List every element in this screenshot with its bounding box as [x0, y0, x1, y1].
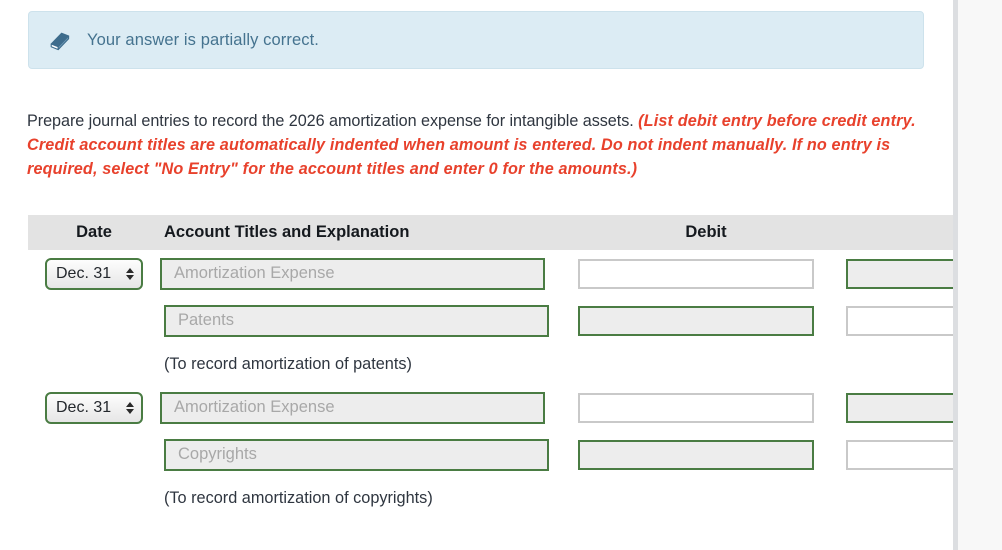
credit-input-g2-r1[interactable] — [846, 392, 953, 423]
account-input-g2-r1[interactable]: Amortization Expense — [160, 391, 545, 424]
instruction-paragraph: Prepare journal entries to record the 20… — [27, 109, 919, 181]
date-select-value: Dec. 31 — [56, 398, 112, 416]
credit-cell — [846, 258, 953, 289]
account-input-g2-r2[interactable]: Copyrights — [164, 438, 549, 471]
chevron-updown-icon[interactable] — [126, 267, 134, 280]
credit-input-g1-r1[interactable] — [846, 258, 953, 289]
credit-input-g1-r2[interactable] — [846, 305, 953, 336]
explanation-row: (To record amortization of copyrights) — [28, 478, 953, 518]
debit-input-g2-r1[interactable] — [578, 392, 814, 423]
debit-cell — [578, 305, 846, 336]
table-header-row: Date Account Titles and Explanation Debi… — [28, 215, 953, 250]
credit-input-g2-r2[interactable] — [846, 439, 953, 470]
table-row: Patents — [28, 297, 953, 344]
instruction-lead: Prepare journal entries to record the 20… — [27, 112, 639, 131]
debit-cell — [578, 392, 846, 423]
debit-input-g1-r2[interactable] — [578, 305, 814, 336]
credit-cell — [846, 439, 953, 470]
account-cell: Amortization Expense — [160, 257, 578, 290]
column-header-account: Account Titles and Explanation — [164, 223, 410, 241]
journal-entry-table: Date Account Titles and Explanation Debi… — [28, 215, 953, 518]
date-cell: Dec. 31 — [28, 257, 160, 290]
account-input-g1-r1[interactable]: Amortization Expense — [160, 257, 545, 290]
credit-cell — [846, 305, 953, 336]
explanation-text-group-1: (To record amortization of patents) — [164, 354, 412, 373]
eraser-icon — [45, 25, 75, 55]
date-cell: Dec. 31 — [28, 391, 160, 424]
debit-cell — [578, 258, 846, 289]
content-viewport: Your answer is partially correct. Prepar… — [0, 0, 953, 550]
date-select-value: Dec. 31 — [56, 264, 112, 282]
debit-cell — [578, 439, 846, 470]
partially-correct-alert: Your answer is partially correct. — [28, 11, 924, 69]
column-header-debit: Debit — [685, 223, 727, 241]
date-select-group-1[interactable]: Dec. 31 — [45, 257, 143, 290]
table-row: Dec. 31 Amortization Expense — [28, 250, 953, 297]
explanation-row: (To record amortization of patents) — [28, 344, 953, 384]
debit-input-g1-r1[interactable] — [578, 258, 814, 289]
column-header-date: Date — [76, 223, 112, 241]
page-root: Your answer is partially correct. Prepar… — [0, 0, 1002, 550]
page-right-gutter — [958, 0, 1002, 550]
account-cell: Copyrights — [160, 438, 578, 471]
credit-cell — [846, 392, 953, 423]
alert-message: Your answer is partially correct. — [87, 30, 319, 49]
account-cell: Patents — [160, 304, 578, 337]
table-row: Dec. 31 Amortization Expense — [28, 384, 953, 431]
explanation-text-group-2: (To record amortization of copyrights) — [164, 488, 433, 507]
debit-input-g2-r2[interactable] — [578, 439, 814, 470]
account-cell: Amortization Expense — [160, 391, 578, 424]
date-select-group-2[interactable]: Dec. 31 — [45, 391, 143, 424]
chevron-updown-icon[interactable] — [126, 401, 134, 414]
table-row: Copyrights — [28, 431, 953, 478]
account-input-g1-r2[interactable]: Patents — [164, 304, 549, 337]
